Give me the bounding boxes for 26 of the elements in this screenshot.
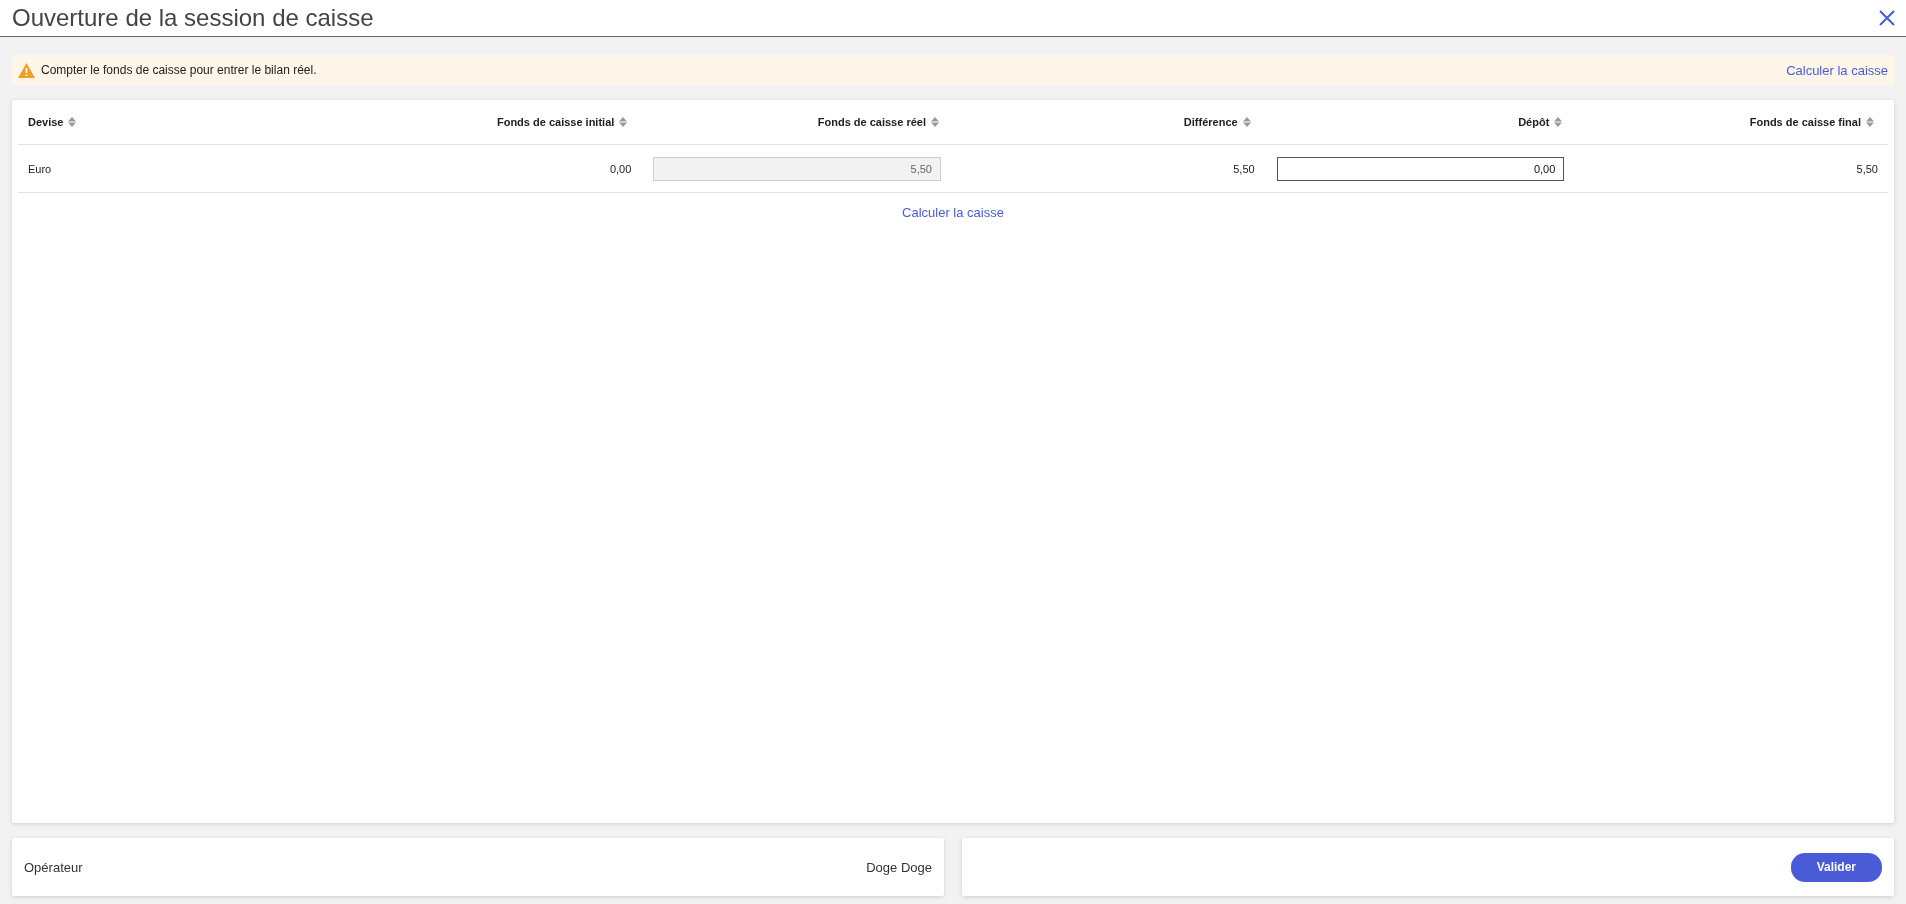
calculate-link[interactable]: Calculer la caisse — [902, 205, 1004, 220]
warning-icon — [18, 62, 35, 78]
sort-icon[interactable] — [931, 117, 939, 127]
sort-icon[interactable] — [1554, 117, 1563, 127]
column-header[interactable]: Fonds de caisse final — [1749, 116, 1861, 128]
window-title: Ouverture de la session de caisse — [12, 4, 374, 32]
operator-name: Doge Doge — [866, 859, 932, 875]
warning-message: Compter le fonds de caisse pour entrer le bilan réel. — [41, 63, 317, 77]
operator-label: Opérateur — [24, 859, 83, 875]
table-cell-text: 5,50 — [1232, 162, 1256, 175]
calculate-link[interactable]: Calculer la caisse — [1786, 62, 1888, 78]
sort-icon[interactable] — [1242, 117, 1251, 127]
column-header[interactable]: Dépôt — [1518, 116, 1550, 128]
column-header[interactable]: Fonds de caisse réel — [817, 116, 926, 128]
sort-icon[interactable] — [619, 117, 628, 127]
validate-button[interactable]: Valider — [1790, 852, 1882, 882]
table-cell-text: 0,00 — [608, 162, 633, 175]
sort-icon[interactable] — [68, 117, 77, 127]
close-button[interactable] — [1878, 9, 1896, 27]
column-header[interactable]: Devise — [28, 116, 64, 128]
column-header[interactable]: Différence — [1183, 116, 1238, 128]
amount-field[interactable]: 0,00 — [1276, 156, 1565, 181]
column-header[interactable]: Fonds de caisse initial — [496, 116, 615, 128]
table-cell-text: Euro — [27, 162, 53, 175]
table-cell-text: 5,50 — [1855, 162, 1879, 175]
sort-icon[interactable] — [1866, 117, 1874, 127]
